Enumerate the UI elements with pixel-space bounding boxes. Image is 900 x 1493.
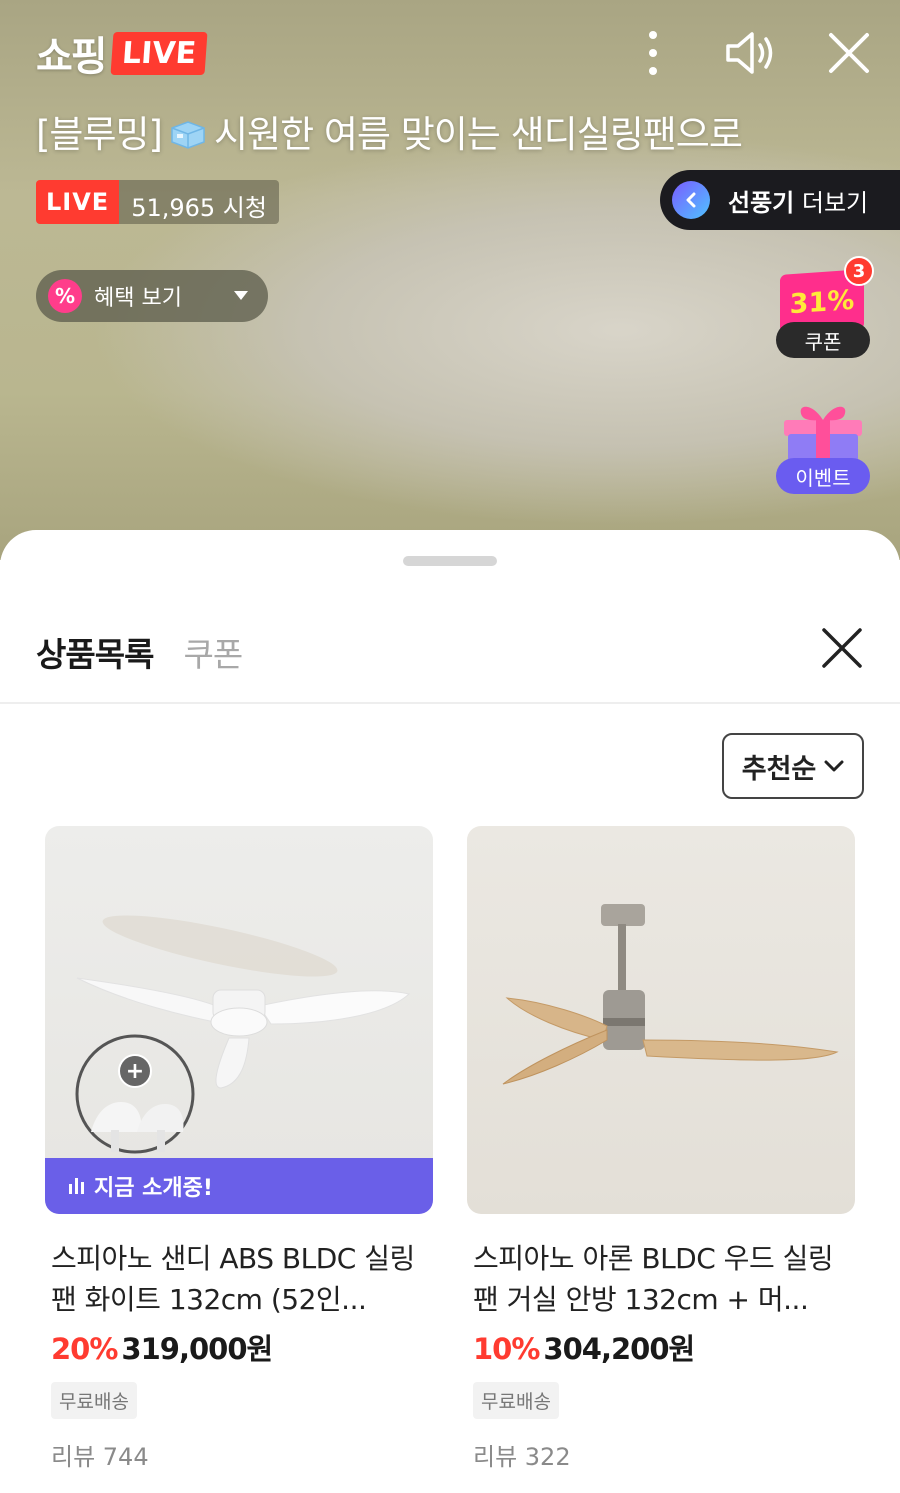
price-amount: 304,200원: [543, 1332, 695, 1366]
ice-cube-icon: [168, 116, 208, 149]
product-name[interactable]: 스피아노 샌디 ABS BLDC 실링팬 화이트 132cm (52인...: [45, 1238, 433, 1320]
speaker-icon[interactable]: [724, 26, 778, 80]
discount-rate: 20%: [51, 1332, 118, 1366]
event-float-button[interactable]: 이벤트: [774, 398, 870, 498]
close-icon[interactable]: [820, 626, 864, 670]
ceiling-fan-white-image: [75, 915, 411, 1154]
more-label-bold: 선풍기: [728, 188, 795, 217]
shipping-badge: 무료배송: [473, 1382, 559, 1419]
benefit-label: 혜택 보기: [94, 286, 182, 311]
product-price: 10% 304,200원: [467, 1326, 855, 1368]
review-count: 리뷰 322: [473, 1443, 571, 1471]
sheet-drag-handle[interactable]: [403, 556, 497, 566]
event-label: 이벤트: [776, 458, 870, 494]
now-showing-label: 지금 소개중!: [94, 1176, 213, 1201]
top-actions: [626, 26, 876, 80]
brand-text: 쇼핑: [36, 34, 108, 80]
divider: [0, 702, 900, 704]
percent-icon: %: [48, 279, 82, 313]
close-icon[interactable]: [822, 26, 876, 80]
ceiling-fan-wood-image: [502, 904, 839, 1085]
live-title-text: 시원한 여름 맞이는 샌디실링팬으로: [214, 113, 743, 156]
benefit-dropdown[interactable]: % 혜택 보기: [36, 270, 268, 322]
fan-more-button[interactable]: 선풍기 더보기: [660, 170, 900, 230]
coupon-count-badge: 3: [844, 256, 874, 286]
product-image[interactable]: + 지금 소개중!: [45, 826, 433, 1214]
brand-live-tag: LIVE: [110, 31, 208, 75]
product-card[interactable]: + 지금 소개중! 스피아노 샌디 ABS BLDC 실링팬 화이트 132cm…: [45, 826, 433, 1472]
coupon-float-button[interactable]: 31% 3 쿠폰: [774, 256, 874, 362]
product-grid: + 지금 소개중! 스피아노 샌디 ABS BLDC 실링팬 화이트 132cm…: [45, 826, 855, 1471]
sort-dropdown[interactable]: 추천순: [722, 733, 864, 799]
tab-product-list[interactable]: 상품목록: [36, 628, 154, 676]
shipping-badge: 무료배송: [51, 1382, 137, 1419]
more-label-rest: 더보기: [794, 188, 869, 217]
viewer-count: 51,965 시청: [119, 180, 279, 224]
discount-rate: 10%: [473, 1332, 540, 1366]
product-price: 20% 319,000원: [45, 1326, 433, 1368]
review-count: 리뷰 744: [51, 1443, 149, 1471]
chevron-left-icon: [672, 181, 710, 219]
live-top-bar: 쇼핑 LIVE: [36, 24, 876, 84]
price-amount: 319,000원: [121, 1332, 273, 1366]
equalizer-icon: [69, 1178, 84, 1194]
coupon-float-label: 쿠폰: [776, 322, 870, 358]
live-title: [블루밍] 시원한 여름 맞이는 샌디실링팬으로: [36, 104, 866, 158]
chevron-down-icon: [824, 760, 844, 772]
product-card[interactable]: 스피아노 아론 BLDC 우드 실링팬 거실 안방 132cm + 머... 1…: [467, 826, 855, 1472]
viewer-badge: LIVE 51,965 시청: [36, 180, 279, 224]
now-showing-banner: 지금 소개중!: [45, 1158, 433, 1214]
live-title-prefix: [블루밍]: [36, 113, 163, 156]
sheet-tabs: 상품목록 쿠폰: [36, 628, 243, 676]
more-vertical-icon[interactable]: [626, 26, 680, 80]
sort-label: 추천순: [741, 753, 817, 785]
live-video-player[interactable]: 쇼핑 LIVE [블루밍] 시원한 여름 맞이는 샌디실링팬으로 LIVE 51…: [0, 0, 900, 560]
product-image[interactable]: [467, 826, 855, 1214]
live-badge: LIVE: [36, 180, 120, 224]
tab-coupon[interactable]: 쿠폰: [183, 628, 243, 676]
caret-down-icon: [234, 291, 248, 300]
product-name[interactable]: 스피아노 아론 BLDC 우드 실링팬 거실 안방 132cm + 머...: [467, 1238, 855, 1320]
shopping-live-logo: 쇼핑 LIVE: [36, 24, 208, 82]
addon-plus-icon[interactable]: +: [118, 1054, 152, 1088]
product-sheet: 상품목록 쿠폰 추천순 + 지금 소개중! 스피아노 샌디 ABS BLDC 실…: [0, 530, 900, 1493]
more-label: 선풍기 더보기: [728, 183, 868, 218]
